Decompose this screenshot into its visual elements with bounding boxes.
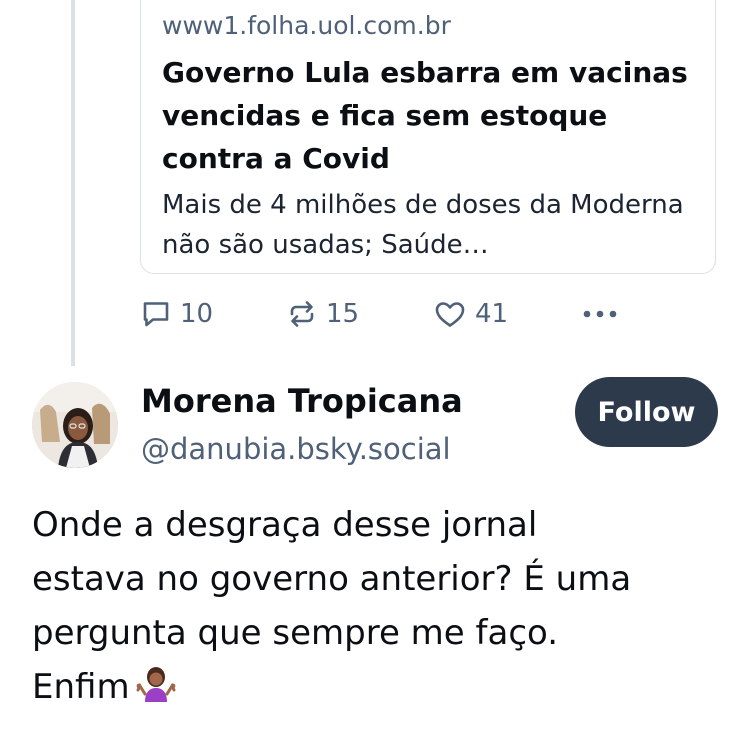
post-text-line: Onde a desgraça desse jornal [32, 505, 538, 545]
like-button[interactable]: 41 [433, 294, 508, 334]
author-display-name[interactable]: Morena Tropicana [141, 381, 463, 421]
comment-icon [140, 298, 172, 330]
link-card-title: Governo Lula esbarra em vacinas vencidas… [162, 56, 688, 175]
post-header: Morena Tropicana @danubia.bsky.social Fo… [0, 375, 750, 475]
link-card-domain: www1.folha.uol.com.br [162, 11, 451, 40]
post-actions: 10 15 41 [140, 294, 640, 334]
link-card[interactable]: www1.folha.uol.com.br Governo Lula esbar… [140, 0, 716, 274]
post-text-line-last: Enfim [32, 660, 722, 720]
link-card-description: Mais de 4 milhões de doses da Moderna nã… [162, 190, 684, 260]
post-text-line: estava no governo anterior? É uma [32, 559, 632, 599]
thread-line [71, 0, 75, 366]
post-text-line: pergunta que sempre me faço. [32, 613, 559, 653]
repost-icon [286, 298, 318, 330]
ellipsis-icon [582, 308, 618, 320]
repost-count: 15 [326, 299, 360, 329]
heart-icon [433, 298, 467, 330]
author-handle[interactable]: @danubia.bsky.social [141, 429, 451, 469]
post-text-line: Enfim [32, 667, 130, 707]
like-count: 41 [475, 299, 509, 329]
follow-button[interactable]: Follow [575, 377, 718, 447]
person-shrugging-emoji [136, 664, 176, 720]
avatar[interactable] [32, 382, 118, 468]
reply-count: 10 [180, 299, 214, 329]
more-options-button[interactable] [582, 294, 618, 334]
reply-button[interactable]: 10 [140, 294, 213, 334]
repost-button[interactable]: 15 [286, 294, 359, 334]
post-text: Onde a desgraça desse jornal estava no g… [32, 498, 722, 720]
